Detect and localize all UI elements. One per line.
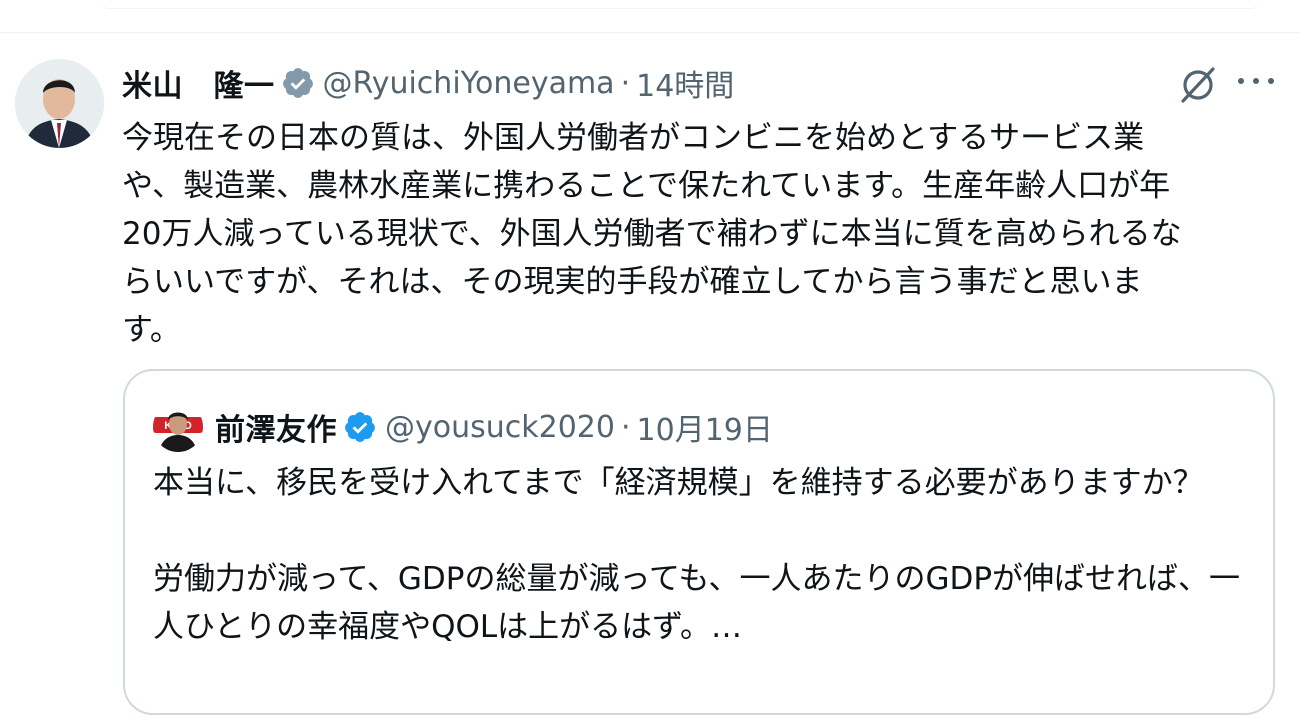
separator-dot: ·: [620, 409, 631, 445]
quoted-avatar-image: KIBO: [153, 402, 203, 452]
avatar[interactable]: [15, 59, 104, 148]
quoted-tweet[interactable]: KIBO 前澤友作 @yousuck2020 · 10月19日 本当に、移民を受…: [123, 369, 1275, 715]
quoted-tweet-text: 本当に、移民を受け入れてまで「経済規模」を維持する必要がありますか？ 労働力が減…: [153, 465, 1241, 645]
more-dot: [1253, 78, 1259, 84]
author-handle[interactable]: @RyuichiYoneyama: [323, 66, 615, 101]
tweet-text: 今現在その日本の質は、外国人労働者がコンビニを始めとするサービス業 や、製造業、…: [122, 120, 1182, 348]
more-options-icon[interactable]: [1238, 75, 1274, 87]
tweet-header: 米山 隆一 @RyuichiYoneyama · 14時間: [122, 61, 734, 105]
avatar-image: [15, 59, 104, 148]
divider: [100, 0, 1260, 9]
quoted-author-name[interactable]: 前澤友作: [215, 405, 337, 449]
more-dot: [1268, 78, 1274, 84]
more-dot: [1238, 78, 1244, 84]
verified-badge-icon: [282, 68, 313, 98]
previous-tweet-edge: [0, 0, 1300, 33]
quoted-date: 10月19日: [636, 413, 773, 448]
separator-dot: ·: [620, 65, 631, 101]
author-name[interactable]: 米山 隆一: [122, 61, 275, 105]
quoted-avatar: KIBO: [153, 402, 203, 452]
tweet[interactable]: 米山 隆一 @RyuichiYoneyama · 14時間 今現在その日本の質は…: [0, 33, 1300, 727]
quoted-author-handle: @yousuck2020: [385, 409, 615, 445]
grok-icon[interactable]: [1178, 65, 1218, 105]
timestamp[interactable]: 14時間: [636, 61, 734, 105]
quoted-tweet-header: KIBO 前澤友作 @yousuck2020 · 10月19日: [153, 402, 773, 452]
verified-badge-icon: [345, 412, 375, 442]
